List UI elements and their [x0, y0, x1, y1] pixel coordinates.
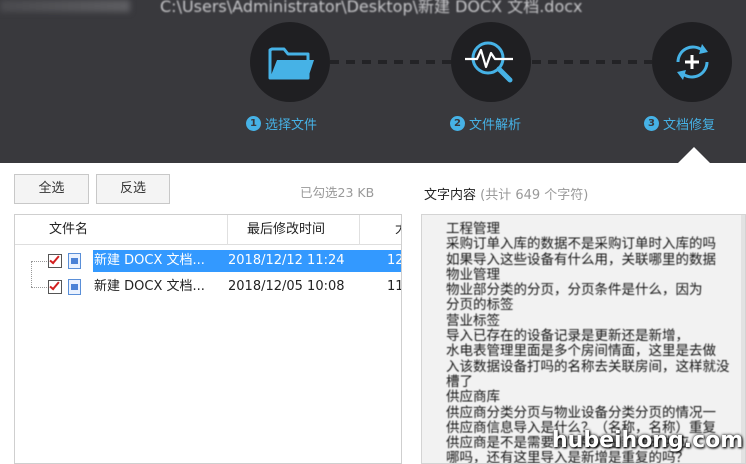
- step-2-circle[interactable]: [451, 22, 531, 102]
- selected-size-label: 已勾选23 KB: [300, 185, 375, 200]
- column-divider[interactable]: [227, 215, 228, 245]
- step-2-text: 文件解析: [469, 118, 522, 133]
- file-size: 11: [387, 279, 402, 294]
- step-2-number: 2: [450, 116, 465, 131]
- step-1-label[interactable]: 1 选择文件: [246, 114, 317, 133]
- file-row[interactable]: 新建 DOCX 文档... 2018/12/05 10:08 11: [15, 276, 402, 298]
- step-3-label[interactable]: 3 文档修复: [644, 114, 715, 133]
- text-line: 工程管理: [446, 221, 500, 237]
- app-window: C:\Users\Administrator\Desktop\新建 DOCX 文…: [0, 0, 746, 464]
- folder-icon: [268, 47, 314, 80]
- text-line: 采购订单入库的数据不是采购订单时入库的吗: [446, 236, 716, 253]
- column-divider[interactable]: [359, 215, 360, 245]
- step-1-number: 1: [246, 116, 261, 131]
- step-3-number: 3: [644, 116, 659, 131]
- watermark-text: hubeihong.com: [552, 428, 744, 453]
- step-connector-1: [330, 60, 452, 64]
- row-checkbox[interactable]: [48, 279, 62, 294]
- wizard-header: C:\Users\Administrator\Desktop\新建 DOCX 文…: [0, 0, 746, 163]
- content-title: 文字内容: [424, 188, 477, 203]
- file-name: 新建 DOCX 文档...: [94, 279, 205, 294]
- file-size: 12: [387, 253, 402, 268]
- text-line: 分页的标签: [446, 297, 514, 314]
- file-modified: 2018/12/12 11:24: [228, 253, 345, 268]
- text-line: 供应商库: [446, 389, 500, 406]
- column-header-size[interactable]: 大: [395, 215, 401, 245]
- step-1-text: 选择文件: [265, 118, 318, 133]
- character-count: (共计 649 个字符): [480, 188, 589, 203]
- step-1-circle[interactable]: [250, 22, 330, 102]
- step-2-label[interactable]: 2 文件解析: [450, 114, 521, 133]
- docx-file-icon: [68, 253, 81, 269]
- file-modified: 2018/12/05 10:08: [228, 279, 345, 294]
- docx-file-icon: [68, 279, 81, 295]
- text-line: 水电表管理里面是多个房间情面，这里是去做: [446, 343, 716, 360]
- step-3-circle[interactable]: [652, 22, 732, 102]
- content-preview[interactable]: 工程管理 采购订单入库的数据不是采购订单时入库的吗 如果导入这些设备有什么用，关…: [421, 214, 746, 464]
- invert-selection-button[interactable]: 反选: [96, 174, 170, 204]
- content-heading: 文字内容 (共计 649 个字符): [424, 184, 588, 203]
- checkmark-icon: [49, 279, 60, 291]
- step-3-text: 文档修复: [663, 118, 716, 133]
- step-connector-2: [532, 60, 652, 64]
- text-line: 槽了: [446, 373, 473, 390]
- file-name: 新建 DOCX 文档...: [94, 253, 205, 268]
- file-list[interactable]: 文件名 最后修改时间 大 新建 DOCX 文档... 2018/12/12 11…: [14, 214, 402, 464]
- checkmark-icon: [49, 253, 60, 265]
- column-header-modified[interactable]: 最后修改时间: [247, 215, 325, 245]
- scrollbar[interactable]: [741, 215, 745, 463]
- analyze-icon: [465, 41, 513, 83]
- file-list-header: 文件名 最后修改时间 大: [15, 215, 401, 245]
- text-line: 供应商分类分页与物业设备分类分页的情况一: [446, 404, 716, 421]
- text-line: 哪吗，还有这里导入是新增是重复的吗？: [446, 450, 689, 464]
- active-step-pointer: [678, 147, 710, 163]
- row-checkbox[interactable]: [48, 253, 62, 268]
- text-line: 入该数据设备打吗的名称去关联房间，这样就没: [446, 358, 730, 375]
- text-line: 物业管理: [446, 266, 500, 283]
- title-bar-blur: [0, 0, 130, 12]
- file-row[interactable]: 新建 DOCX 文档... 2018/12/12 11:24 12: [15, 250, 402, 272]
- repair-icon: [676, 44, 709, 80]
- select-all-button[interactable]: 全选: [14, 174, 89, 204]
- window-title: C:\Users\Administrator\Desktop\新建 DOCX 文…: [160, 0, 583, 16]
- text-line: 营业标签: [446, 312, 500, 329]
- column-header-filename[interactable]: 文件名: [49, 215, 88, 245]
- text-line: 如果导入这些设备有什么用，关联哪里的数据: [446, 251, 716, 268]
